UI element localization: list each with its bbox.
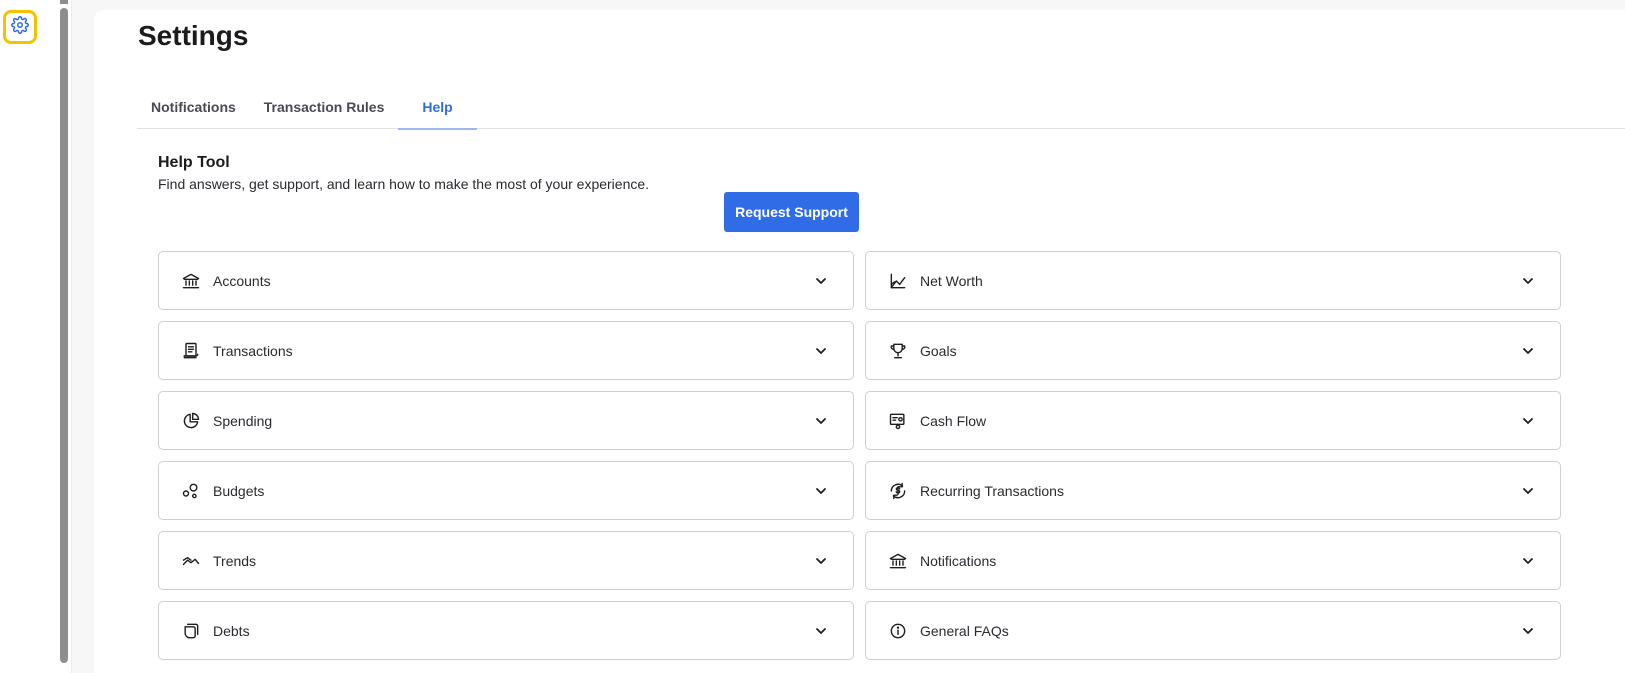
- help-section-label: Accounts: [213, 272, 271, 289]
- scrollbar-cap: [60, 0, 68, 4]
- help-description: Find answers, get support, and learn how…: [158, 176, 650, 192]
- tab-notifications[interactable]: Notifications: [137, 84, 250, 129]
- help-section-trends[interactable]: Trends: [158, 531, 854, 590]
- info-icon: [888, 621, 908, 641]
- help-section-net-worth[interactable]: Net Worth: [865, 251, 1561, 310]
- help-section-label: Cash Flow: [920, 412, 987, 429]
- help-section-goals[interactable]: Goals: [865, 321, 1561, 380]
- help-section-budgets[interactable]: Budgets: [158, 461, 854, 520]
- help-section-accounts[interactable]: Accounts: [158, 251, 854, 310]
- stacked-cards-icon: [181, 621, 201, 641]
- help-section-label: Goals: [920, 342, 957, 359]
- tab-help[interactable]: Help: [398, 84, 478, 130]
- help-section-recurring-transactions[interactable]: Recurring Transactions: [865, 461, 1561, 520]
- chart-up-icon: [888, 271, 908, 291]
- help-section-debts[interactable]: Debts: [158, 601, 854, 660]
- settings-tabs: Notifications Transaction Rules Help: [137, 84, 1625, 130]
- chevron-down-icon: [1520, 623, 1536, 639]
- help-section-label: Transactions: [213, 342, 293, 359]
- tab-transaction-rules[interactable]: Transaction Rules: [250, 84, 399, 129]
- bank-icon: [181, 271, 201, 291]
- help-section-label: Recurring Transactions: [920, 482, 1064, 499]
- trophy-icon: [888, 341, 908, 361]
- help-section-label: Notifications: [920, 552, 997, 569]
- help-section-general-faqs[interactable]: General FAQs: [865, 601, 1561, 660]
- gear-icon: [11, 15, 29, 39]
- cash-flow-icon: [888, 411, 908, 431]
- help-section-label: Trends: [213, 552, 257, 569]
- chevron-down-icon: [813, 273, 829, 289]
- chevron-down-icon: [813, 553, 829, 569]
- help-section-spending[interactable]: Spending: [158, 391, 854, 450]
- budget-circles-icon: [181, 481, 201, 501]
- help-section-label: Budgets: [213, 482, 265, 499]
- help-section-label: Spending: [213, 412, 273, 429]
- scrollbar[interactable]: [60, 8, 68, 663]
- chevron-down-icon: [1520, 483, 1536, 499]
- help-section-label: General FAQs: [920, 622, 1009, 639]
- chevron-down-icon: [813, 623, 829, 639]
- chevron-down-icon: [813, 413, 829, 429]
- pie-chart-icon: [181, 411, 201, 431]
- help-heading: Help Tool: [158, 154, 230, 171]
- chevron-down-icon: [1520, 413, 1536, 429]
- help-section-transactions[interactable]: Transactions: [158, 321, 854, 380]
- request-support-button[interactable]: Request Support: [724, 192, 859, 232]
- page-title: Settings: [138, 20, 249, 51]
- help-sections-grid: Accounts Net Worth Transactions Goals Sp…: [158, 251, 1561, 660]
- chevron-down-icon: [813, 483, 829, 499]
- settings-panel: Settings Notifications Transaction Rules…: [94, 10, 1625, 673]
- trend-line-icon: [181, 551, 201, 571]
- chevron-down-icon: [1520, 553, 1536, 569]
- help-section-notifications[interactable]: Notifications: [865, 531, 1561, 590]
- chevron-down-icon: [1520, 343, 1536, 359]
- settings-nav-button[interactable]: [3, 10, 37, 44]
- bank-icon: [888, 551, 908, 571]
- chevron-down-icon: [1520, 273, 1536, 289]
- help-section-cash-flow[interactable]: Cash Flow: [865, 391, 1561, 450]
- recurring-dollar-icon: [888, 481, 908, 501]
- help-section-label: Debts: [213, 622, 250, 639]
- chevron-down-icon: [813, 343, 829, 359]
- help-section-label: Net Worth: [920, 272, 983, 289]
- receipt-icon: [181, 341, 201, 361]
- left-rail: [0, 0, 72, 673]
